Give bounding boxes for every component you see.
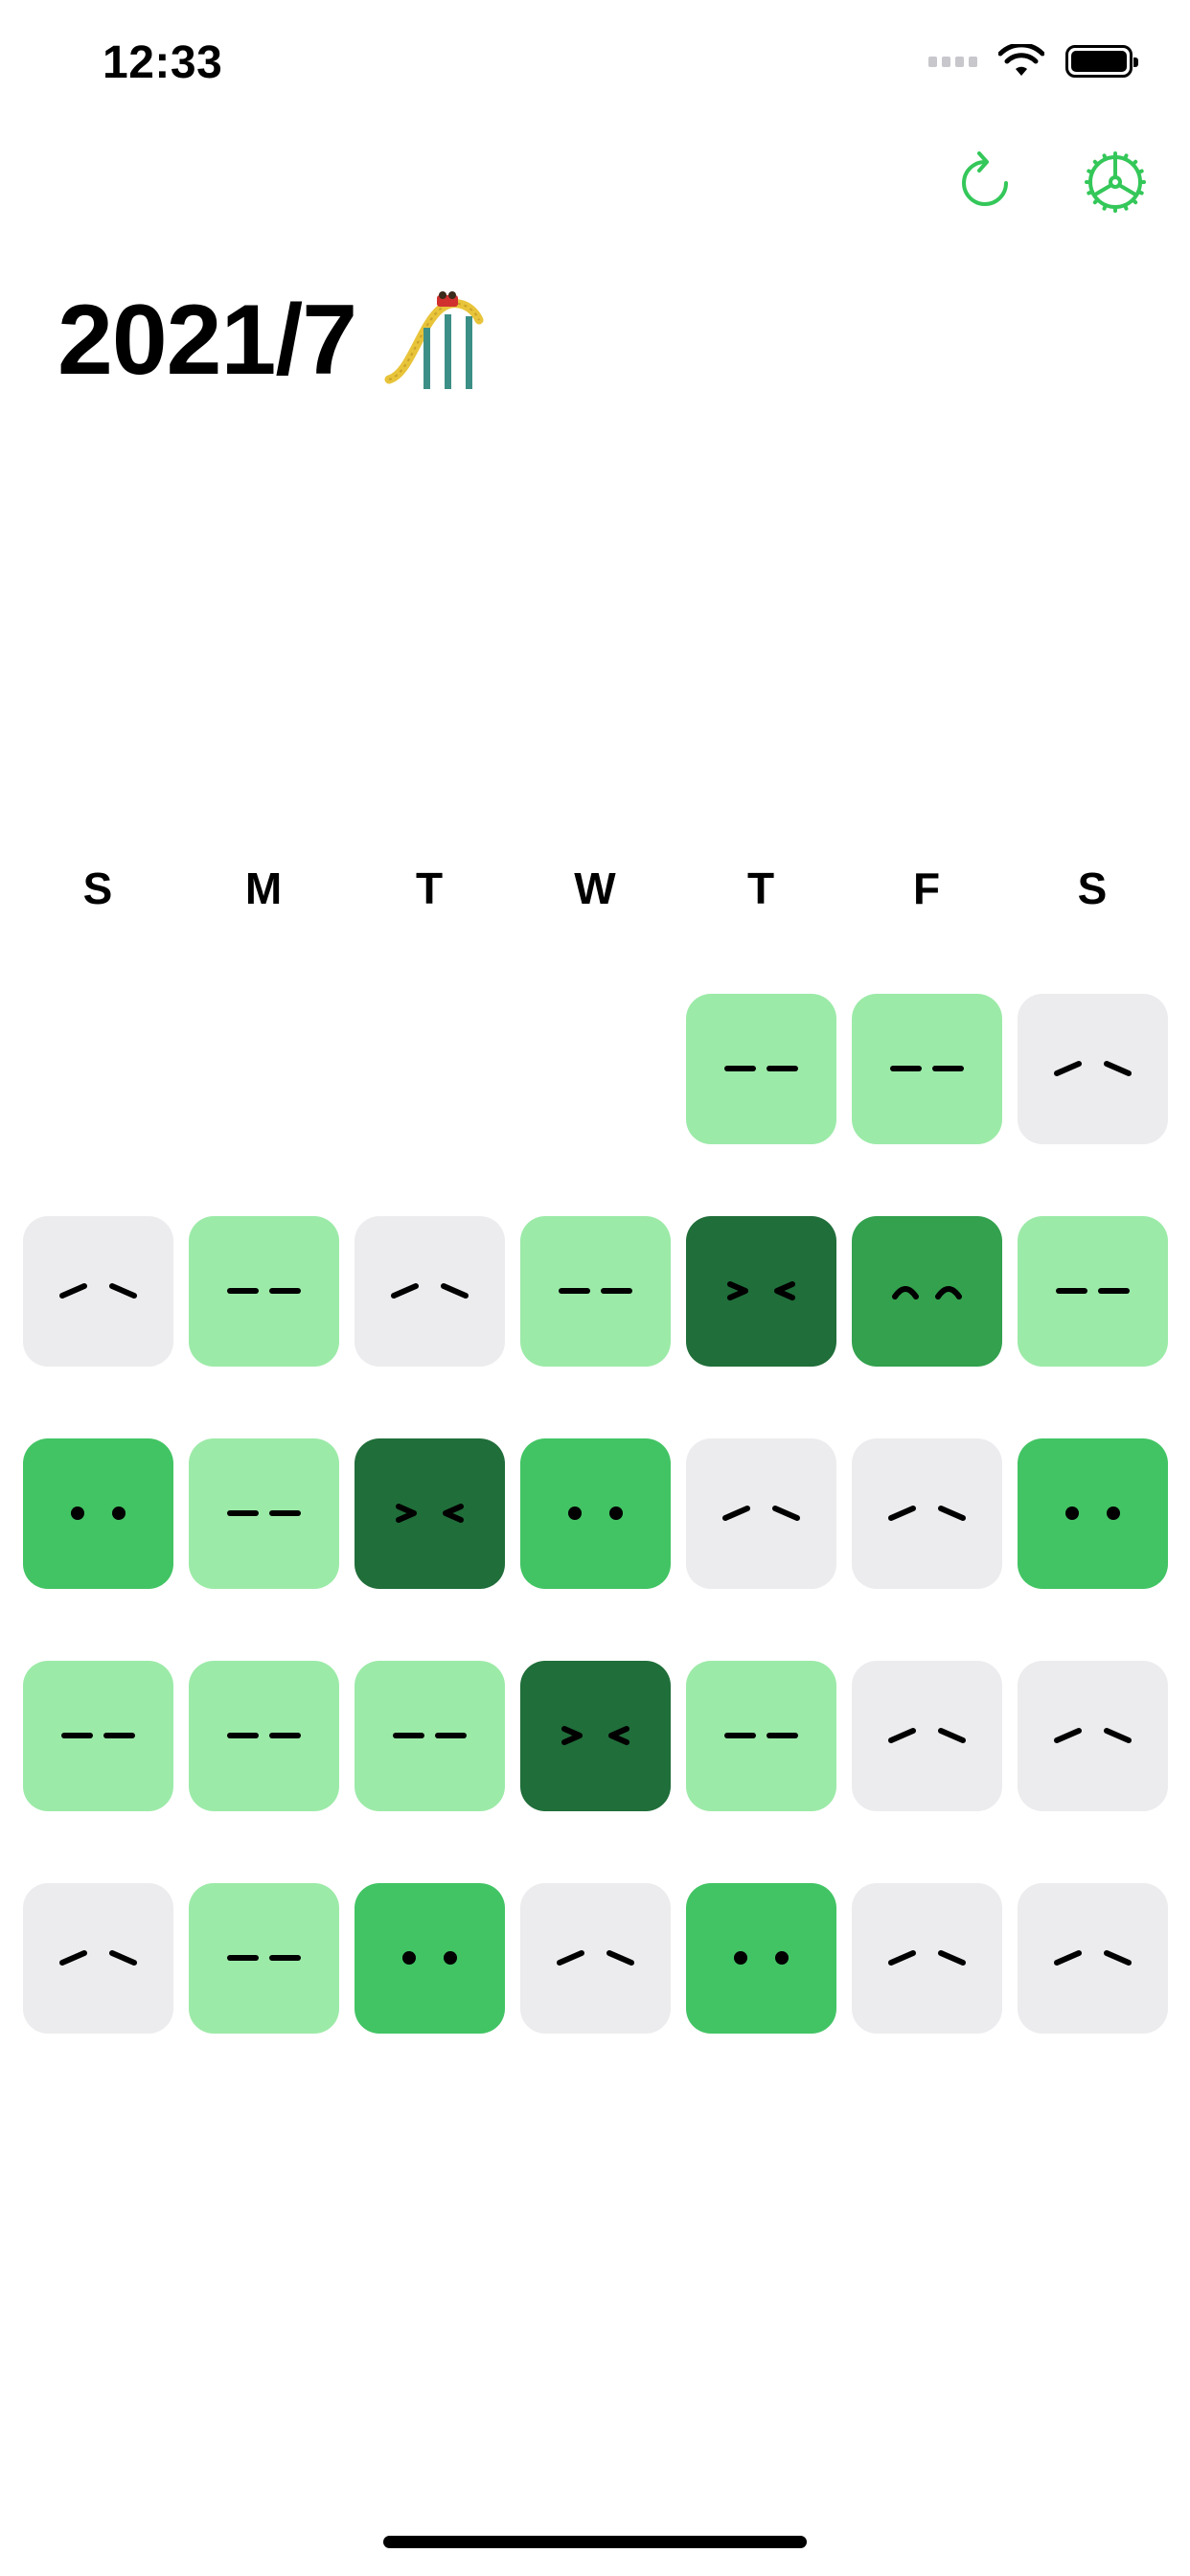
battery-icon — [1065, 45, 1138, 78]
day-cell-1[interactable] — [686, 994, 836, 1144]
day-cell-3[interactable] — [1018, 994, 1168, 1144]
day-cell-24[interactable] — [1018, 1661, 1168, 1811]
weekday-label: T — [746, 863, 775, 913]
day-cell-14[interactable] — [520, 1438, 671, 1589]
mood-face-neutral-icon — [227, 1955, 301, 1961]
day-cell-18[interactable] — [23, 1661, 173, 1811]
weekday-label: F — [912, 863, 941, 913]
mood-face-good-icon — [402, 1951, 457, 1965]
mood-face-none-icon — [722, 1506, 800, 1521]
weekday-label: T — [415, 863, 444, 913]
day-cell-29[interactable] — [686, 1883, 836, 2034]
mood-face-none-icon — [1054, 1061, 1132, 1076]
day-cell-9[interactable] — [852, 1216, 1002, 1367]
day-cell-6[interactable] — [355, 1216, 505, 1367]
day-cell-31[interactable] — [1018, 1883, 1168, 2034]
mood-face-none-icon — [888, 1950, 966, 1966]
status-bar: 12:33 — [0, 0, 1190, 134]
day-cell-26[interactable] — [189, 1883, 339, 2034]
day-cell-12[interactable] — [189, 1438, 339, 1589]
day-cell-5[interactable] — [189, 1216, 339, 1367]
weekday-label: M — [244, 863, 283, 913]
day-cell-2[interactable] — [852, 994, 1002, 1144]
month-label: 2021/7 — [57, 285, 357, 396]
day-cell-30[interactable] — [852, 1883, 1002, 2034]
settings-wheel-icon — [1085, 151, 1146, 213]
mood-face-none-icon — [59, 1950, 137, 1966]
day-cell-8[interactable] — [686, 1216, 836, 1367]
weekday-label: W — [574, 863, 616, 913]
settings-button[interactable] — [1079, 146, 1152, 218]
refresh-button[interactable] — [949, 146, 1021, 218]
day-cell-13[interactable] — [355, 1438, 505, 1589]
day-cell-11[interactable] — [23, 1438, 173, 1589]
mood-face-neutral-icon — [393, 1733, 467, 1738]
toolbar — [949, 146, 1152, 218]
signal-icon — [928, 56, 977, 67]
mood-face-good-icon — [71, 1506, 126, 1520]
day-cell-15[interactable] — [686, 1438, 836, 1589]
weekday-header: S M T W T F S — [0, 862, 1190, 920]
mood-face-neutral-icon — [227, 1288, 301, 1294]
mood-face-neutral-icon — [724, 1733, 798, 1738]
weekday-label: S — [1077, 863, 1108, 913]
mood-face-neutral-icon — [559, 1288, 632, 1294]
mood-face-very-happy-icon — [561, 1726, 629, 1745]
day-cell-16[interactable] — [852, 1438, 1002, 1589]
day-cell-23[interactable] — [852, 1661, 1002, 1811]
day-cell-21[interactable] — [520, 1661, 671, 1811]
mood-face-neutral-icon — [724, 1066, 798, 1071]
refresh-icon — [962, 151, 1008, 206]
status-icons — [928, 44, 1138, 79]
mood-face-very-happy-icon — [727, 1281, 795, 1300]
weekday-label: S — [82, 863, 113, 913]
mood-face-neutral-icon — [227, 1510, 301, 1516]
mood-face-none-icon — [557, 1950, 634, 1966]
roller-coaster-icon — [384, 291, 484, 389]
day-cell-17[interactable] — [1018, 1438, 1168, 1589]
day-cell-7[interactable] — [520, 1216, 671, 1367]
mood-face-good-icon — [734, 1951, 789, 1965]
mood-face-none-icon — [391, 1283, 469, 1299]
wifi-icon — [998, 44, 1044, 76]
mood-face-neutral-icon — [1056, 1288, 1130, 1294]
mood-face-good-icon — [1065, 1506, 1120, 1520]
home-indicator — [383, 2536, 807, 2548]
day-cell-10[interactable] — [1018, 1216, 1168, 1367]
day-cell-28[interactable] — [520, 1883, 671, 2034]
day-cell-4[interactable] — [23, 1216, 173, 1367]
mood-face-neutral-icon — [227, 1733, 301, 1738]
mood-face-very-happy-icon — [396, 1504, 464, 1523]
mood-face-good-icon — [568, 1506, 623, 1520]
day-cell-27[interactable] — [355, 1883, 505, 2034]
mood-face-none-icon — [59, 1283, 137, 1299]
day-cell-22[interactable] — [686, 1661, 836, 1811]
mood-face-happy-icon — [892, 1286, 962, 1300]
mood-face-none-icon — [888, 1728, 966, 1743]
day-cell-19[interactable] — [189, 1661, 339, 1811]
mood-face-none-icon — [1054, 1728, 1132, 1743]
mood-face-none-icon — [1054, 1950, 1132, 1966]
mood-face-neutral-icon — [61, 1733, 135, 1738]
page-title: 2021/7 — [57, 288, 487, 393]
mood-face-neutral-icon — [890, 1066, 964, 1071]
mood-face-none-icon — [888, 1506, 966, 1521]
day-cell-25[interactable] — [23, 1883, 173, 2034]
status-time: 12:33 — [103, 37, 223, 88]
day-cell-20[interactable] — [355, 1661, 505, 1811]
